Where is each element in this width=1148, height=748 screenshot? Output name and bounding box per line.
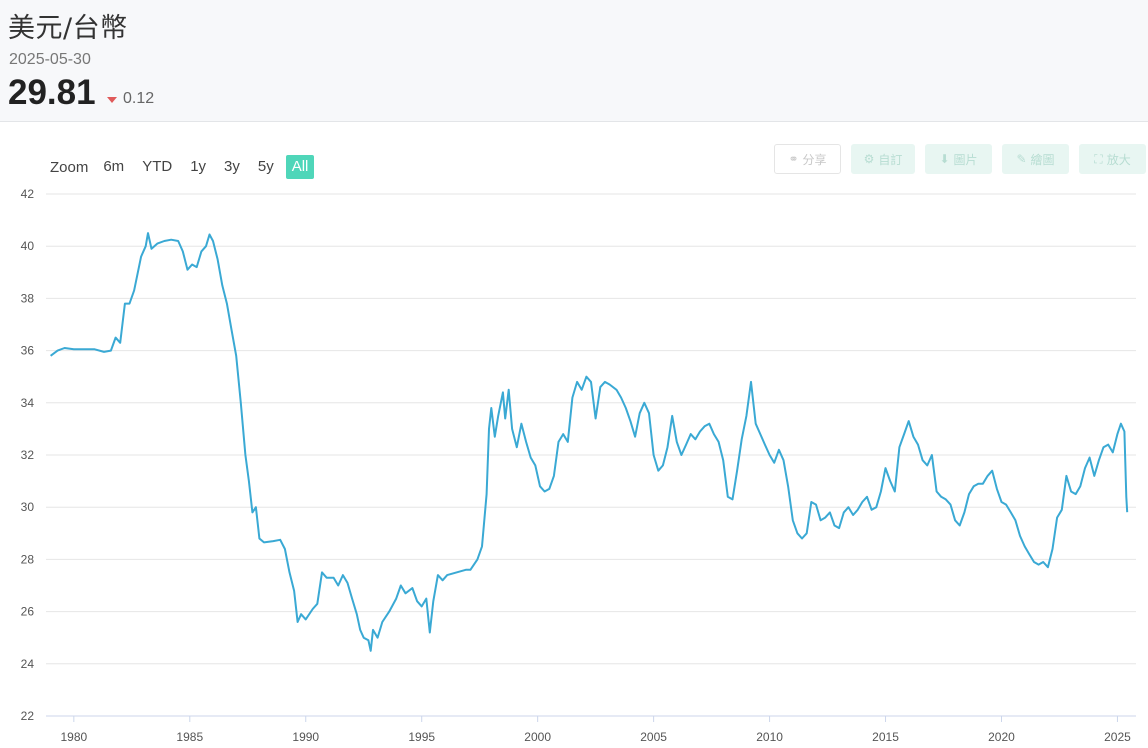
customize-label: 自訂: [878, 152, 903, 167]
x-tick-label: 1990: [292, 730, 319, 744]
down-arrow-icon: [107, 96, 117, 103]
y-tick-label: 30: [21, 500, 35, 514]
page-title: 美元/台幣: [8, 13, 128, 44]
x-tick-label: 1980: [60, 730, 87, 744]
range-button-all[interactable]: All: [285, 155, 315, 179]
download-icon: ⬇: [939, 152, 950, 166]
exchange-rate-chart[interactable]: 22 24 26 28 30 32 34 36 38 40 42 1980 1985 1990 1995 2…: [0, 180, 1148, 748]
range-button-3y[interactable]: 3y: [218, 155, 246, 179]
x-tick-label: 1985: [176, 730, 203, 744]
gear-icon: ⚙: [863, 152, 875, 166]
y-tick-label: 36: [21, 344, 35, 358]
x-tick-label: 2015: [872, 730, 899, 744]
range-button-5y[interactable]: 5y: [252, 155, 280, 179]
y-tick-label: 40: [21, 239, 35, 253]
y-tick-label: 42: [21, 187, 35, 201]
share-label: 分享: [802, 152, 827, 167]
x-tick-label: 2025: [1104, 730, 1131, 744]
change-value: 0.12: [123, 90, 155, 107]
x-tick-label: 2010: [756, 730, 783, 744]
fullscreen-button[interactable]: ⛶ 放大: [1079, 144, 1146, 174]
y-tick-label: 32: [21, 448, 35, 462]
range-selector: Zoom 6m YTD 1y 3y 5y All: [50, 155, 320, 179]
chart-toolbar: ⚭ 分享 ⚙ 自訂 ⬇ 圖片 ✎ 繪圖 ⛶ 放大: [774, 144, 1146, 174]
x-tick-label: 2005: [640, 730, 667, 744]
x-tick-label: 1995: [408, 730, 435, 744]
change-indicator: 0.12: [107, 90, 154, 108]
range-button-ytd[interactable]: YTD: [136, 155, 178, 179]
share-button[interactable]: ⚭ 分享: [774, 144, 841, 174]
x-axis-labels: 1980 1985 1990 1995 2000 2005 2010 2015 2020 2025: [60, 716, 1131, 744]
y-tick-label: 38: [21, 291, 35, 305]
draw-button[interactable]: ✎ 繪圖: [1002, 144, 1069, 174]
x-tick-label: 2020: [988, 730, 1015, 744]
pencil-icon: ✎: [1016, 152, 1027, 166]
quote-price: 29.81: [8, 73, 96, 112]
image-download-button[interactable]: ⬇ 圖片: [925, 144, 992, 174]
series-line: [50, 232, 1129, 652]
y-tick-label: 28: [21, 552, 35, 566]
range-button-1y[interactable]: 1y: [184, 155, 212, 179]
draw-label: 繪圖: [1030, 152, 1055, 167]
y-tick-label: 34: [21, 396, 35, 410]
y-axis-labels: 22 24 26 28 30 32 34 36 38 40 42: [21, 187, 35, 723]
share-icon: ⚭: [788, 152, 799, 166]
customize-button[interactable]: ⚙ 自訂: [851, 144, 915, 174]
x-tick-label: 2000: [524, 730, 551, 744]
y-tick-label: 26: [21, 605, 35, 619]
expand-icon: ⛶: [1094, 151, 1103, 166]
y-tick-label: 22: [21, 709, 35, 723]
quote-header: 美元/台幣 2025-05-30 29.81 0.12: [0, 0, 1148, 122]
quote-date: 2025-05-30: [9, 51, 91, 68]
range-button-6m[interactable]: 6m: [97, 155, 130, 179]
image-label: 圖片: [953, 152, 978, 167]
y-tick-label: 24: [21, 657, 35, 671]
fullscreen-label: 放大: [1106, 152, 1131, 167]
zoom-label: Zoom: [50, 158, 89, 176]
grid-lines: [46, 193, 1136, 717]
